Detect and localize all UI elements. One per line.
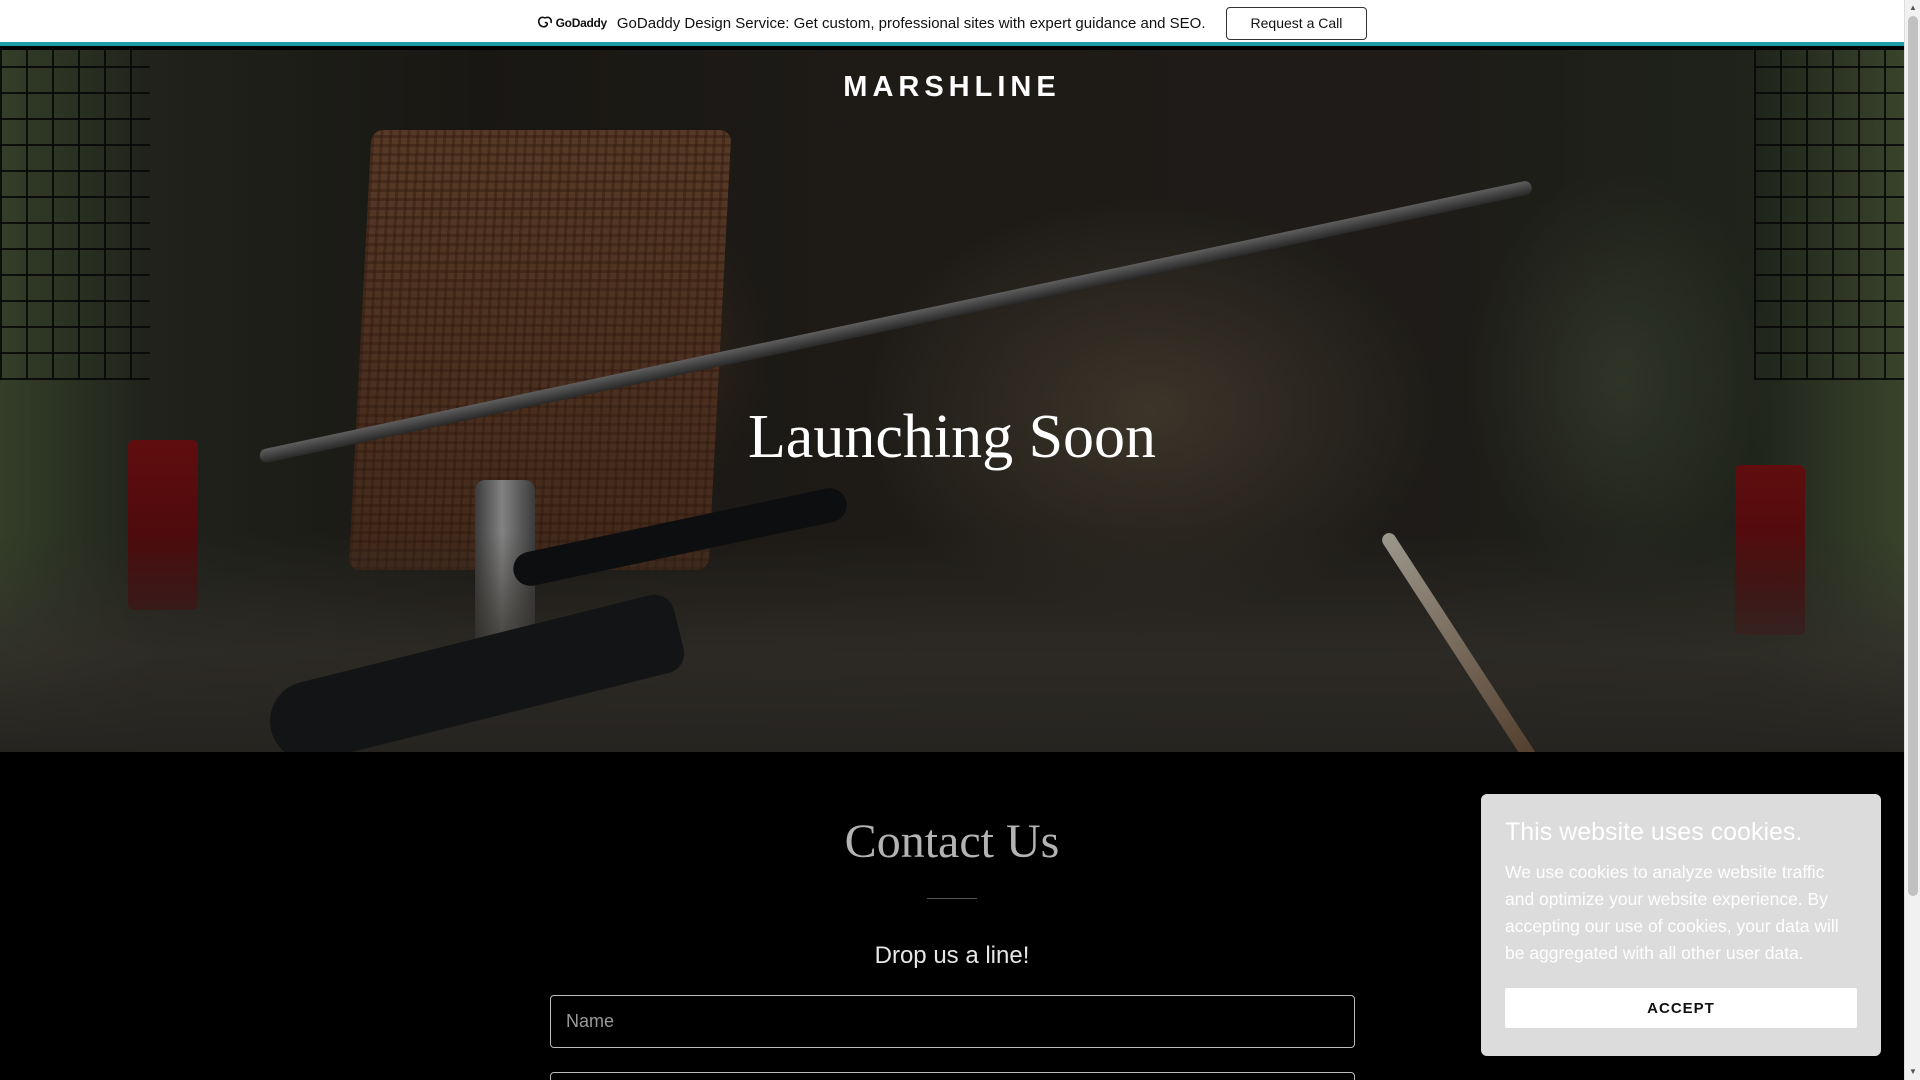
- email-input[interactable]: [550, 1072, 1355, 1080]
- request-call-button[interactable]: Request a Call: [1225, 6, 1368, 40]
- page-scrollbar[interactable]: ▲ ▼: [1904, 0, 1920, 1080]
- scroll-up-arrow-icon[interactable]: ▲: [1905, 0, 1920, 16]
- godaddy-logo-text: GoDaddy: [555, 16, 608, 30]
- scroll-down-arrow-icon[interactable]: ▼: [1905, 1064, 1920, 1080]
- godaddy-logo: GoDaddy: [537, 16, 607, 30]
- cookie-body: We use cookies to analyze website traffi…: [1505, 862, 1839, 963]
- promo-accent-bar: [0, 42, 1904, 46]
- name-input[interactable]: [550, 995, 1355, 1048]
- contact-divider: [927, 898, 977, 899]
- godaddy-logo-icon: [537, 16, 552, 28]
- scrollbar-thumb[interactable]: [1908, 16, 1918, 896]
- cookie-popup: This website uses cookies. We use cookie…: [1481, 794, 1881, 1056]
- promo-message: GoDaddy Design Service: Get custom, prof…: [616, 14, 1206, 32]
- hero-title: Launching Soon: [747, 403, 1157, 471]
- site-brand[interactable]: MARSHLINE: [0, 71, 1904, 104]
- promo-banner: GoDaddy GoDaddy Design Service: Get cust…: [0, 0, 1904, 46]
- hero-overlay: [0, 50, 1904, 752]
- cookie-accept-button[interactable]: ACCEPT: [1505, 988, 1857, 1028]
- cookie-title: This website uses cookies.: [1505, 818, 1803, 846]
- hero-section: [0, 50, 1904, 752]
